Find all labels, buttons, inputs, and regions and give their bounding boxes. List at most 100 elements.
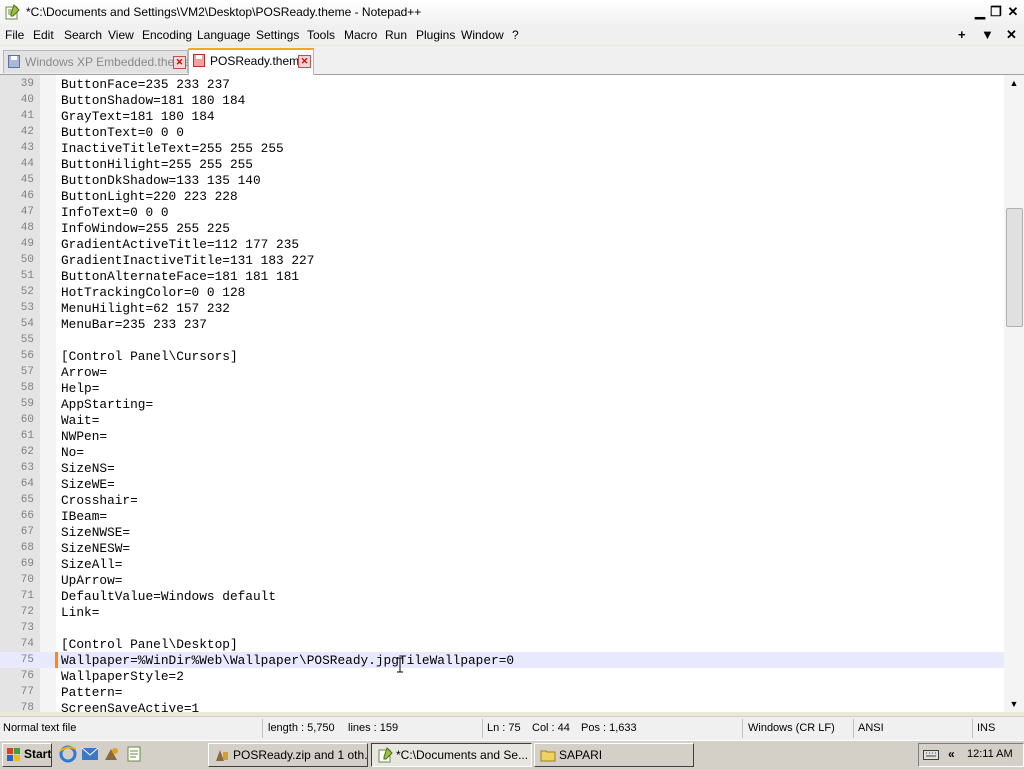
- status-encoding[interactable]: ANSI: [858, 722, 884, 734]
- vertical-scrollbar[interactable]: ▲ ▼: [1004, 75, 1024, 712]
- down-triangle-icon[interactable]: ▼: [981, 27, 994, 42]
- start-button[interactable]: Start: [2, 743, 52, 767]
- editor-line[interactable]: 61 NWPen=: [0, 428, 1004, 444]
- line-text[interactable]: NWPen=: [61, 429, 107, 444]
- line-text[interactable]: IBeam=: [61, 509, 107, 524]
- editor-line[interactable]: 49 GradientActiveTitle=112 177 235: [0, 236, 1004, 252]
- line-text[interactable]: SizeNS=: [61, 461, 115, 476]
- editor-line[interactable]: 63 SizeNS=: [0, 460, 1004, 476]
- tab-close-icon[interactable]: ✕: [298, 55, 311, 68]
- editor-line[interactable]: 67 SizeNWSE=: [0, 524, 1004, 540]
- scrollbar-thumb[interactable]: [1006, 208, 1023, 327]
- editor-line[interactable]: 41 GrayText=181 180 184: [0, 108, 1004, 124]
- editor-line[interactable]: 66 IBeam=: [0, 508, 1004, 524]
- editor-line[interactable]: 45 ButtonDkShadow=133 135 140: [0, 172, 1004, 188]
- menu-search[interactable]: Search: [64, 28, 102, 42]
- scroll-up-icon[interactable]: ▲: [1004, 75, 1024, 91]
- menu-tools[interactable]: Tools: [307, 28, 335, 42]
- line-text[interactable]: UpArrow=: [61, 573, 122, 588]
- editor-line[interactable]: 73: [0, 620, 1004, 636]
- editor-line[interactable]: 54 MenuBar=235 233 237: [0, 316, 1004, 332]
- editor-line[interactable]: 39 ButtonFace=235 233 237: [0, 76, 1004, 92]
- editor-line[interactable]: 57 Arrow=: [0, 364, 1004, 380]
- outlook-icon[interactable]: [81, 745, 99, 763]
- line-text[interactable]: ButtonText=0 0 0: [61, 125, 184, 140]
- line-text[interactable]: InfoWindow=255 255 225: [61, 221, 230, 236]
- editor-line[interactable]: 48 InfoWindow=255 255 225: [0, 220, 1004, 236]
- line-text[interactable]: Wallpaper=%WinDir%Web\Wallpaper\POSReady…: [61, 653, 514, 668]
- editor-line[interactable]: 56 [Control Panel\Cursors]: [0, 348, 1004, 364]
- editor-line[interactable]: 62 No=: [0, 444, 1004, 460]
- line-text[interactable]: SizeAll=: [61, 557, 122, 572]
- editor-line[interactable]: 50 GradientInactiveTitle=131 183 227: [0, 252, 1004, 268]
- editor-line[interactable]: 64 SizeWE=: [0, 476, 1004, 492]
- ie-icon[interactable]: [59, 745, 77, 763]
- line-text[interactable]: ButtonLight=220 223 228: [61, 189, 238, 204]
- menu-edit[interactable]: Edit: [33, 28, 54, 42]
- plus-icon[interactable]: +: [958, 27, 966, 42]
- editor-line[interactable]: 47 InfoText=0 0 0: [0, 204, 1004, 220]
- taskbar-button-winzip[interactable]: POSReady.zip and 1 oth...: [208, 743, 368, 767]
- editor-line[interactable]: 58 Help=: [0, 380, 1004, 396]
- editor-line[interactable]: 46 ButtonLight=220 223 228: [0, 188, 1004, 204]
- editor-line[interactable]: 44 ButtonHilight=255 255 255: [0, 156, 1004, 172]
- tab-windows-xp-embedded[interactable]: Windows XP Embedded.theme ✕: [3, 50, 191, 73]
- menu-view[interactable]: View: [108, 28, 134, 42]
- editor-line[interactable]: 40 ButtonShadow=181 180 184: [0, 92, 1004, 108]
- editor-line[interactable]: 42 ButtonText=0 0 0: [0, 124, 1004, 140]
- line-text[interactable]: InfoText=0 0 0: [61, 205, 169, 220]
- editor-line[interactable]: 69 SizeAll=: [0, 556, 1004, 572]
- editor-line[interactable]: 43 InactiveTitleText=255 255 255: [0, 140, 1004, 156]
- line-text[interactable]: ButtonDkShadow=133 135 140: [61, 173, 261, 188]
- menu-help[interactable]: ?: [512, 28, 519, 42]
- line-text[interactable]: SizeNESW=: [61, 541, 130, 556]
- line-text[interactable]: [Control Panel\Cursors]: [61, 349, 238, 364]
- editor-line[interactable]: 76 WallpaperStyle=2: [0, 668, 1004, 684]
- line-text[interactable]: MenuHilight=62 157 232: [61, 301, 230, 316]
- editor-line[interactable]: 68 SizeNESW=: [0, 540, 1004, 556]
- line-text[interactable]: AppStarting=: [61, 397, 153, 412]
- menu-file[interactable]: File: [5, 28, 24, 42]
- status-insert-mode[interactable]: INS: [977, 722, 995, 734]
- menu-run[interactable]: Run: [385, 28, 407, 42]
- menu-plugins[interactable]: Plugins: [416, 28, 455, 42]
- keyboard-icon[interactable]: [923, 748, 939, 762]
- editor-line[interactable]: 55: [0, 332, 1004, 348]
- line-text[interactable]: GradientInactiveTitle=131 183 227: [61, 253, 314, 268]
- menu-encoding[interactable]: Encoding: [142, 28, 192, 42]
- editor-line[interactable]: 78 ScreenSaveActive=1: [0, 700, 1004, 712]
- editor-line[interactable]: 71 DefaultValue=Windows default: [0, 588, 1004, 604]
- editor-line[interactable]: 51 ButtonAlternateFace=181 181 181: [0, 268, 1004, 284]
- editor-line[interactable]: 60 Wait=: [0, 412, 1004, 428]
- line-text[interactable]: Pattern=: [61, 685, 122, 700]
- editor-line[interactable]: 70 UpArrow=: [0, 572, 1004, 588]
- line-text[interactable]: Link=: [61, 605, 99, 620]
- line-text[interactable]: ButtonShadow=181 180 184: [61, 93, 245, 108]
- editor-line[interactable]: 59 AppStarting=: [0, 396, 1004, 412]
- scroll-down-icon[interactable]: ▼: [1004, 696, 1024, 712]
- tab-close-icon[interactable]: ✕: [173, 56, 186, 69]
- line-text[interactable]: DefaultValue=Windows default: [61, 589, 276, 604]
- line-text[interactable]: GrayText=181 180 184: [61, 109, 215, 124]
- line-text[interactable]: ButtonAlternateFace=181 181 181: [61, 269, 299, 284]
- line-text[interactable]: Crosshair=: [61, 493, 138, 508]
- editor-line[interactable]: 65 Crosshair=: [0, 492, 1004, 508]
- line-text[interactable]: No=: [61, 445, 84, 460]
- line-text[interactable]: GradientActiveTitle=112 177 235: [61, 237, 299, 252]
- line-text[interactable]: SizeWE=: [61, 477, 115, 492]
- notepad-icon[interactable]: [125, 745, 143, 763]
- close-doc-icon[interactable]: ✕: [1006, 27, 1017, 43]
- text-editor[interactable]: 39 ButtonFace=235 233 237 40 ButtonShadow=1…: [0, 75, 1004, 712]
- tray-expand-icon[interactable]: «: [948, 747, 955, 761]
- line-text[interactable]: ButtonHilight=255 255 255: [61, 157, 253, 172]
- menu-language[interactable]: Language: [197, 28, 250, 42]
- line-text[interactable]: SizeNWSE=: [61, 525, 130, 540]
- editor-line[interactable]: 52 HotTrackingColor=0 0 128: [0, 284, 1004, 300]
- line-text[interactable]: InactiveTitleText=255 255 255: [61, 141, 284, 156]
- line-text[interactable]: Help=: [61, 381, 99, 396]
- menu-settings[interactable]: Settings: [256, 28, 299, 42]
- line-text[interactable]: Arrow=: [61, 365, 107, 380]
- editor-line[interactable]: 74 [Control Panel\Desktop]: [0, 636, 1004, 652]
- editor-line[interactable]: 53 MenuHilight=62 157 232: [0, 300, 1004, 316]
- restore-icon[interactable]: ❐: [987, 3, 1005, 21]
